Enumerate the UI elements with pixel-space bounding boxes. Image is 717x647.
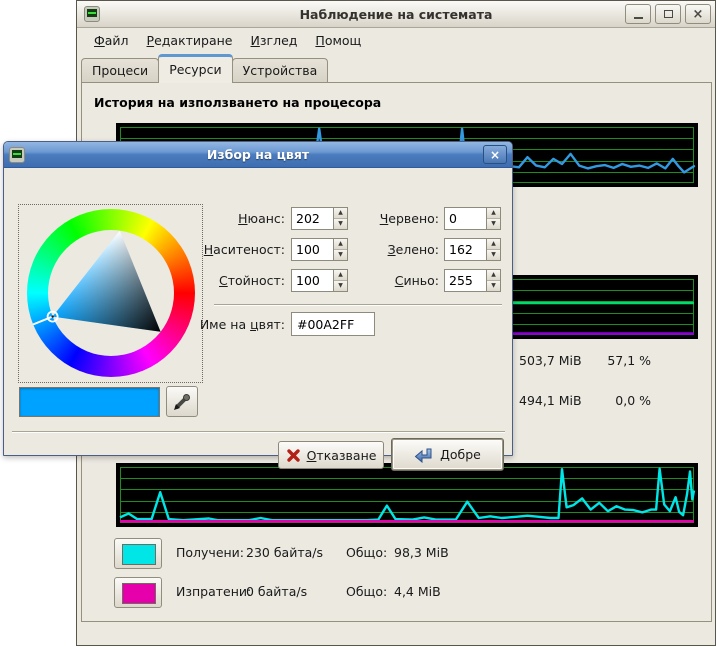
cancel-button[interactable]: Отказване — [278, 441, 384, 469]
selected-color-preview — [19, 387, 160, 417]
ok-icon — [414, 446, 434, 463]
sent-label: Изпратени: — [176, 584, 251, 599]
ok-label: Добре — [440, 447, 481, 462]
color-name-label: Име на цвят: — [190, 313, 285, 337]
memory-used-percent: 57,1 % — [571, 353, 651, 368]
hue-input[interactable] — [291, 207, 333, 230]
value-label: Стойност: — [190, 269, 285, 293]
green-up-icon[interactable]: ▲ — [487, 239, 500, 249]
green-label: Зелено: — [349, 238, 439, 262]
red-spinner: ▲▼ — [444, 207, 501, 230]
blue-label: Синьо: — [349, 269, 439, 293]
received-total-label: Общо: — [346, 545, 387, 560]
tab-processes[interactable]: Процеси — [81, 58, 159, 83]
tab-resources[interactable]: Ресурси — [158, 54, 232, 83]
color-picker-dialog: Избор на цвят × — [3, 141, 513, 456]
dialog-title: Избор на цвят — [4, 147, 512, 162]
desktop: Наблюдение на системата × Файл Редактира… — [0, 0, 717, 647]
maximize-button[interactable] — [655, 4, 681, 24]
color-name-input[interactable] — [291, 312, 375, 336]
green-spinner: ▲▼ — [444, 238, 501, 261]
hue-down-icon[interactable]: ▼ — [334, 218, 347, 229]
saturation-spinner: ▲▼ — [291, 238, 348, 261]
received-label: Получени: — [176, 545, 244, 560]
fields-separator — [214, 304, 502, 306]
menu-view[interactable]: Изглед — [242, 29, 307, 52]
cancel-icon — [286, 448, 301, 463]
received-rate: 230 байта/s — [246, 545, 323, 560]
sent-rate: 0 байта/s — [246, 584, 307, 599]
received-total: 98,3 MiB — [394, 545, 449, 560]
dialog-close-icon: × — [490, 148, 500, 162]
saturation-input[interactable] — [291, 238, 333, 261]
value-down-icon[interactable]: ▼ — [334, 280, 347, 291]
tab-devices[interactable]: Устройства — [232, 58, 329, 83]
dialog-body: Нюанс: ▲▼ Наситеност: ▲▼ Стойност: ▲▼ Че… — [4, 167, 512, 455]
minimize-button[interactable] — [625, 4, 651, 24]
hue-ring[interactable] — [27, 209, 195, 377]
ok-button[interactable]: Добре — [391, 438, 504, 471]
close-button[interactable]: × — [685, 4, 711, 24]
menubar: Файл Редактиране Изглед Помощ — [77, 27, 715, 53]
blue-down-icon[interactable]: ▼ — [487, 280, 500, 291]
eyedropper-button[interactable] — [166, 386, 198, 417]
sent-total: 4,4 MiB — [394, 584, 441, 599]
cancel-label: Отказване — [307, 448, 377, 463]
saturation-label: Наситеност: — [190, 238, 285, 262]
value-up-icon[interactable]: ▲ — [334, 270, 347, 280]
tabbar: Процеси Ресурси Устройства — [81, 53, 327, 83]
maximize-icon — [664, 10, 673, 18]
system-monitor-icon — [84, 6, 100, 22]
sent-total-label: Общо: — [346, 584, 387, 599]
value-input[interactable] — [291, 269, 333, 292]
cpu-history-title: История на използването на процесора — [94, 95, 381, 110]
red-label: Червено: — [349, 207, 439, 231]
color-wheel-area — [18, 204, 203, 383]
green-down-icon[interactable]: ▼ — [487, 249, 500, 260]
menu-edit[interactable]: Редактиране — [138, 29, 242, 52]
red-input[interactable] — [444, 207, 486, 230]
hsv-triangle[interactable] — [27, 209, 195, 377]
saturation-up-icon[interactable]: ▲ — [334, 239, 347, 249]
menu-file[interactable]: Файл — [85, 29, 138, 52]
dialog-icon — [9, 147, 25, 163]
red-up-icon[interactable]: ▲ — [487, 208, 500, 218]
hue-spinner: ▲▼ — [291, 207, 348, 230]
main-window-title: Наблюдение на системата — [77, 7, 715, 22]
sent-color-swatch — [122, 583, 156, 604]
blue-spinner: ▲▼ — [444, 269, 501, 292]
swap-used-percent: 0,0 % — [571, 393, 651, 408]
red-down-icon[interactable]: ▼ — [487, 218, 500, 229]
eyedropper-icon — [172, 392, 192, 412]
blue-up-icon[interactable]: ▲ — [487, 270, 500, 280]
minimize-icon — [634, 17, 643, 19]
network-history-chart — [116, 463, 698, 527]
close-icon: × — [693, 8, 704, 21]
hue-up-icon[interactable]: ▲ — [334, 208, 347, 218]
dialog-close-button[interactable]: × — [483, 145, 507, 164]
green-input[interactable] — [444, 238, 486, 261]
sv-selector-dot — [51, 315, 53, 317]
received-color-swatch — [122, 544, 156, 565]
blue-input[interactable] — [444, 269, 486, 292]
hue-label: Нюанс: — [190, 207, 285, 231]
main-titlebar[interactable]: Наблюдение на системата × — [77, 1, 715, 28]
value-spinner: ▲▼ — [291, 269, 348, 292]
action-separator — [12, 431, 505, 433]
sent-color-button[interactable] — [114, 577, 162, 608]
menu-help[interactable]: Помощ — [306, 29, 370, 52]
saturation-down-icon[interactable]: ▼ — [334, 249, 347, 260]
received-color-button[interactable] — [114, 538, 162, 569]
dialog-titlebar[interactable]: Избор на цвят × — [4, 142, 512, 168]
